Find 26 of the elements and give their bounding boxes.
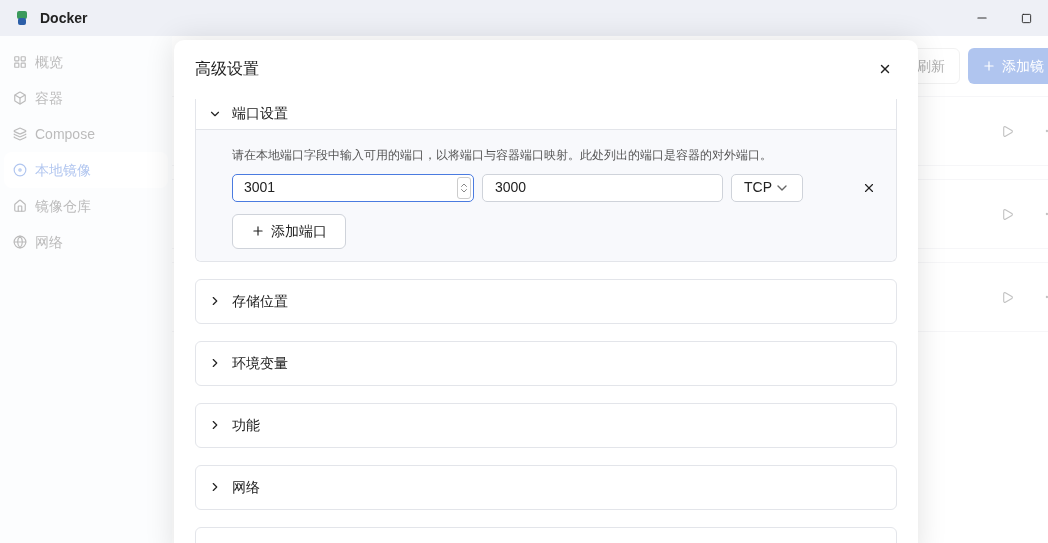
nav-icon [13,91,27,105]
add-port-button[interactable]: 添加端口 [232,213,346,249]
play-icon[interactable] [1001,290,1014,304]
section-header[interactable]: 端口设置 [196,98,896,130]
window-title: Docker [40,8,88,28]
section-header[interactable]: 功能 [196,403,896,447]
nav-icon [13,199,27,213]
dialog-title: 高级设置 [195,59,260,80]
nav-icon [13,163,27,177]
play-icon[interactable] [1001,207,1014,221]
app-logo-icon [14,10,30,26]
protocol-select[interactable]: TCP [731,173,803,202]
play-icon[interactable] [1001,124,1014,138]
description-text: 请在本地端口字段中输入可用的端口，以将端口与容器端口映射。此处列出的端口是容器的对外端口。 [232,146,773,164]
plus-icon [982,59,996,73]
nav-icon [13,55,27,69]
spinner-icon[interactable] [457,176,471,199]
section-header[interactable]: 网络 [196,465,896,509]
container-port-field[interactable]: 3000 [482,173,723,202]
host-port-field[interactable]: 3001 [232,173,474,202]
nav-icon [13,127,27,141]
section-header[interactable]: 环境变量 [196,341,896,385]
maximize-icon[interactable] [1021,12,1032,24]
nav-icon [13,235,27,249]
section-header[interactable]: 存储位置 [196,279,896,323]
plus-icon [251,224,265,239]
